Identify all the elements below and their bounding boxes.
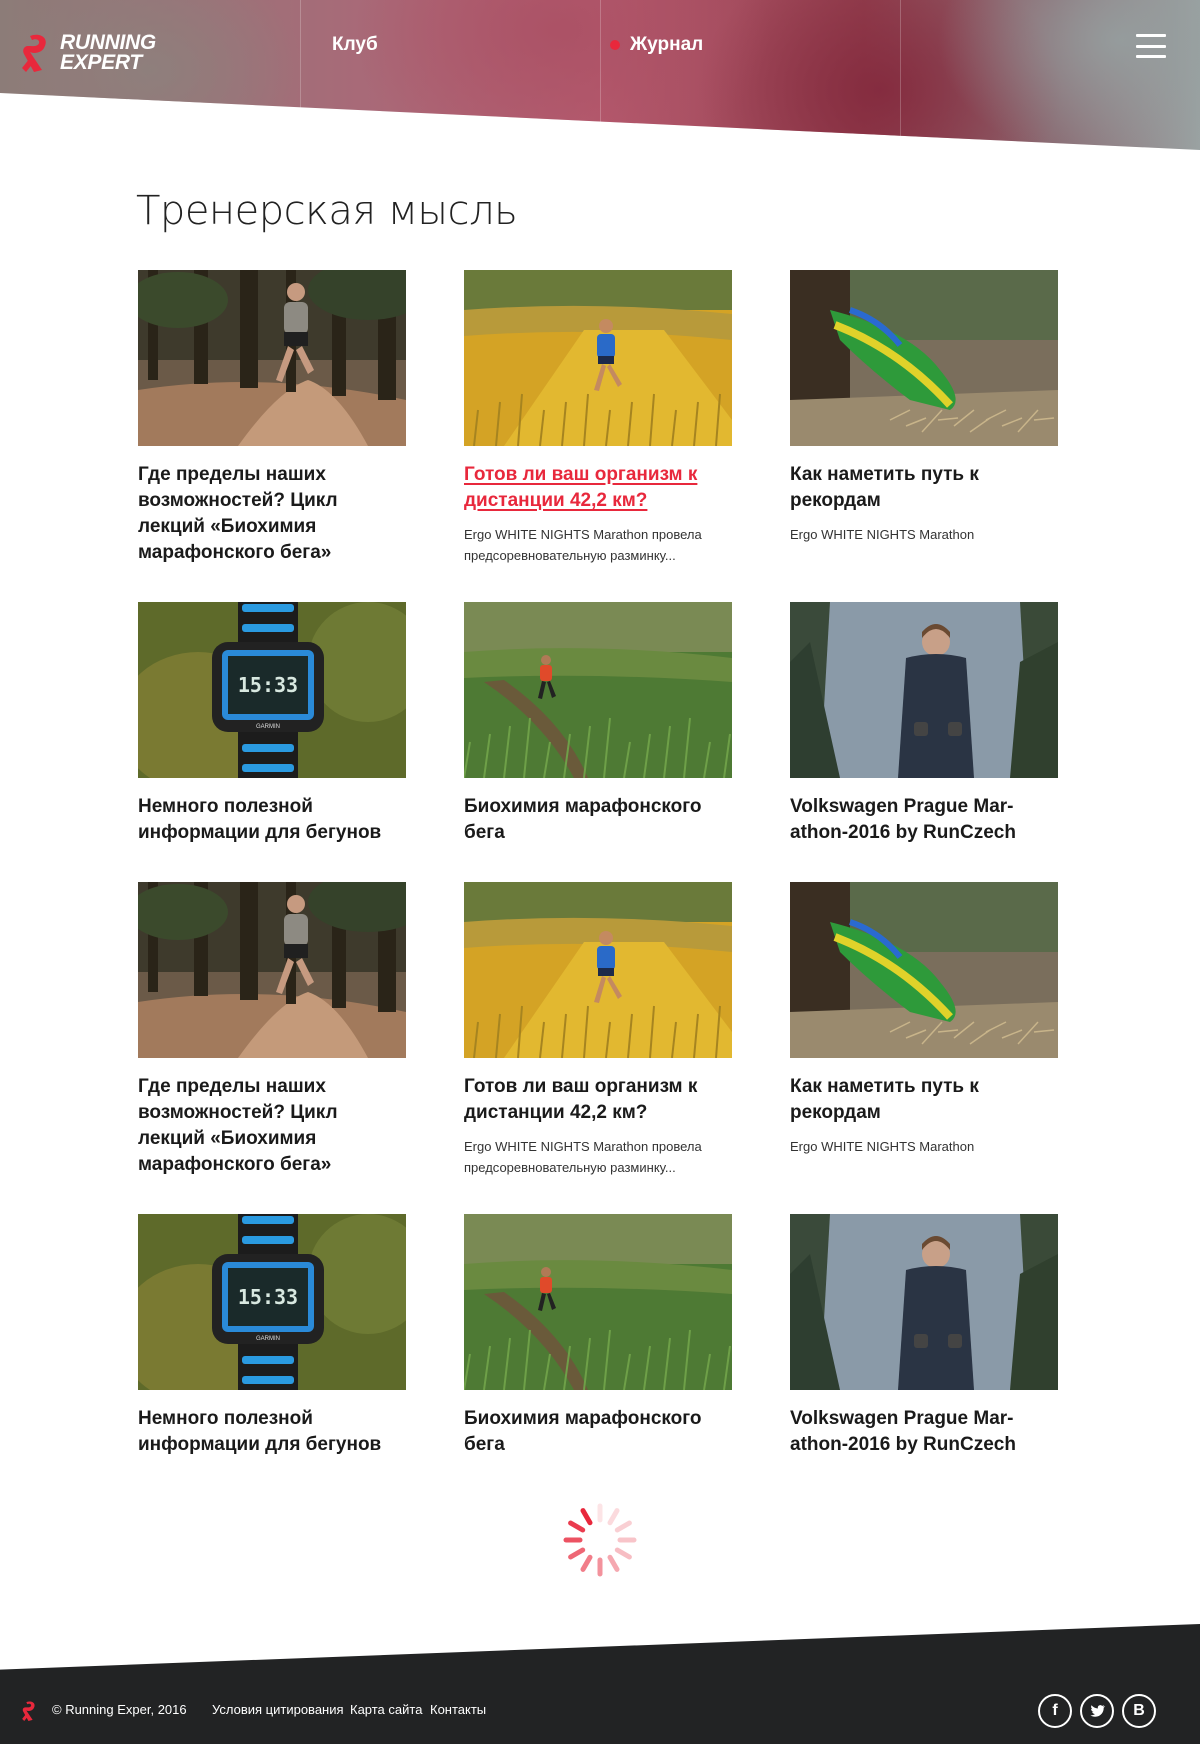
active-dot-icon bbox=[610, 40, 620, 50]
page-title: Тренерская мысль bbox=[136, 188, 518, 234]
nav-club-label: Клуб bbox=[332, 34, 378, 55]
footer-logo-icon[interactable] bbox=[20, 1700, 40, 1722]
spinner-dash bbox=[607, 1508, 620, 1526]
article-thumbnail[interactable] bbox=[464, 602, 732, 778]
header-divider bbox=[900, 0, 901, 150]
article-title[interactable]: Готов ли ваш организм к дистанции 42,2 к… bbox=[464, 1074, 732, 1126]
article-thumbnail[interactable] bbox=[790, 1214, 1058, 1390]
footer-link-sitemap[interactable]: Карта сайта bbox=[350, 1702, 422, 1717]
menu-burger-icon[interactable] bbox=[1136, 34, 1166, 58]
article-description: Ergo WHITE NIGHTS Marathon провела предс… bbox=[464, 1139, 702, 1175]
nav-journal[interactable]: Журнал bbox=[610, 32, 703, 58]
logo-line-2: EXPERT bbox=[60, 51, 142, 74]
article-card[interactable]: Volkswagen Prague Mar-athon-2016 by RunC… bbox=[790, 602, 1058, 846]
article-card[interactable]: 15:33 GARMIN Немного полезной информации д… bbox=[138, 1214, 406, 1458]
loading-spinner-icon bbox=[563, 1503, 637, 1577]
article-title[interactable]: Немного полезной информации для бегунов bbox=[138, 1406, 406, 1458]
footer-link-citation-terms[interactable]: Условия цитирования bbox=[212, 1702, 344, 1717]
article-card[interactable]: 15:33 GARMIN Немного полезной информации д… bbox=[138, 602, 406, 846]
watch-brand: GARMIN bbox=[256, 724, 280, 730]
facebook-glyph: f bbox=[1052, 1702, 1058, 1719]
article-thumbnail[interactable] bbox=[138, 270, 406, 446]
spinner-dash bbox=[580, 1554, 593, 1572]
nav-journal-label: Журнал bbox=[630, 34, 704, 55]
spinner-dash bbox=[568, 1547, 586, 1560]
article-card[interactable]: Как наметить путь к рекордам Ergo WHITE N… bbox=[790, 882, 1058, 1178]
header-divider bbox=[300, 0, 301, 150]
article-card[interactable]: Как наметить путь к рекордам Ergo WHITE N… bbox=[790, 270, 1058, 566]
article-thumbnail[interactable] bbox=[790, 270, 1058, 446]
article-title[interactable]: Volkswagen Prague Mar-athon-2016 by RunC… bbox=[790, 794, 1058, 846]
footer-link-contacts[interactable]: Контакты bbox=[430, 1702, 486, 1717]
watch-time: 15:33 bbox=[238, 673, 298, 697]
article-title[interactable]: Как наметить путь к рекордам bbox=[790, 462, 1058, 514]
spinner-dash bbox=[614, 1547, 632, 1560]
article-thumbnail[interactable] bbox=[464, 882, 732, 1058]
site-logo[interactable]: RUNNING EXPERT bbox=[20, 32, 156, 74]
article-thumbnail[interactable]: 15:33 GARMIN bbox=[138, 602, 406, 778]
article-title[interactable]: Volkswagen Prague Mar-athon-2016 by RunC… bbox=[790, 1406, 1058, 1458]
article-title[interactable]: Биохимия марафонского бега bbox=[464, 794, 732, 846]
article-card[interactable]: Готов ли ваш организм к дистанции 42,2 к… bbox=[464, 882, 732, 1178]
article-thumbnail[interactable] bbox=[790, 882, 1058, 1058]
burger-line bbox=[1136, 44, 1166, 48]
header-divider bbox=[600, 0, 601, 150]
article-thumbnail[interactable] bbox=[464, 270, 732, 446]
spinner-dash bbox=[607, 1554, 620, 1572]
burger-line bbox=[1136, 55, 1166, 58]
site-header: RUNNING EXPERT Клуб Журнал bbox=[0, 0, 1200, 150]
burger-line bbox=[1136, 34, 1166, 37]
article-title[interactable]: Биохимия марафонского бега bbox=[464, 1406, 732, 1458]
twitter-bird-icon bbox=[1090, 1705, 1106, 1717]
facebook-icon[interactable]: f bbox=[1038, 1694, 1072, 1728]
twitter-icon[interactable] bbox=[1080, 1694, 1114, 1728]
running-expert-logo-icon bbox=[22, 34, 46, 72]
article-card[interactable]: Биохимия марафонского бега bbox=[464, 602, 732, 846]
article-description: Ergo WHITE NIGHTS Marathon bbox=[790, 527, 975, 542]
article-title[interactable]: Где пределы наших возможностей? Цикл лек… bbox=[138, 1074, 406, 1178]
vk-icon[interactable]: B bbox=[1122, 1694, 1156, 1728]
article-card[interactable]: Где пределы наших возможностей? Цикл лек… bbox=[138, 270, 406, 566]
watch-time: 15:33 bbox=[238, 1285, 298, 1309]
spinner-dash bbox=[568, 1520, 586, 1533]
article-title[interactable]: Как наметить путь к рекордам bbox=[790, 1074, 1058, 1126]
article-card[interactable]: Готов ли ваш организм к дистанции 42,2 к… bbox=[464, 270, 732, 566]
article-title[interactable]: Немного полезной информации для бегунов bbox=[138, 794, 406, 846]
article-card[interactable]: Где пределы наших возможностей? Цикл лек… bbox=[138, 882, 406, 1178]
article-title[interactable]: Где пределы наших возможностей? Цикл лек… bbox=[138, 462, 406, 566]
watch-brand: GARMIN bbox=[256, 1336, 280, 1342]
article-card[interactable]: Volkswagen Prague Mar-athon-2016 by RunC… bbox=[790, 1214, 1058, 1458]
spinner-dash bbox=[580, 1508, 593, 1526]
article-card[interactable]: Биохимия марафонского бега bbox=[464, 1214, 732, 1458]
footer-copyright: © Running Exper, 2016 bbox=[52, 1702, 187, 1717]
article-description: Ergo WHITE NIGHTS Marathon провела предс… bbox=[464, 527, 702, 563]
article-description: Ergo WHITE NIGHTS Marathon bbox=[790, 1139, 975, 1154]
articles-grid: Где пределы наших возможностей? Цикл лек… bbox=[138, 270, 1058, 1494]
vk-glyph: B bbox=[1133, 1702, 1145, 1719]
spinner-dash bbox=[614, 1520, 632, 1533]
article-title[interactable]: Готов ли ваш организм к дистанции 42,2 к… bbox=[464, 462, 732, 514]
footer-bar: © Running Exper, 2016 Условия цитировани… bbox=[0, 1686, 1200, 1736]
logo-text: RUNNING EXPERT bbox=[60, 31, 156, 74]
article-thumbnail[interactable] bbox=[790, 602, 1058, 778]
nav-club[interactable]: Клуб bbox=[332, 32, 378, 58]
article-thumbnail[interactable] bbox=[138, 882, 406, 1058]
article-thumbnail[interactable] bbox=[464, 1214, 732, 1390]
article-thumbnail[interactable]: 15:33 GARMIN bbox=[138, 1214, 406, 1390]
logo-line-1: RUNNING bbox=[60, 31, 156, 54]
